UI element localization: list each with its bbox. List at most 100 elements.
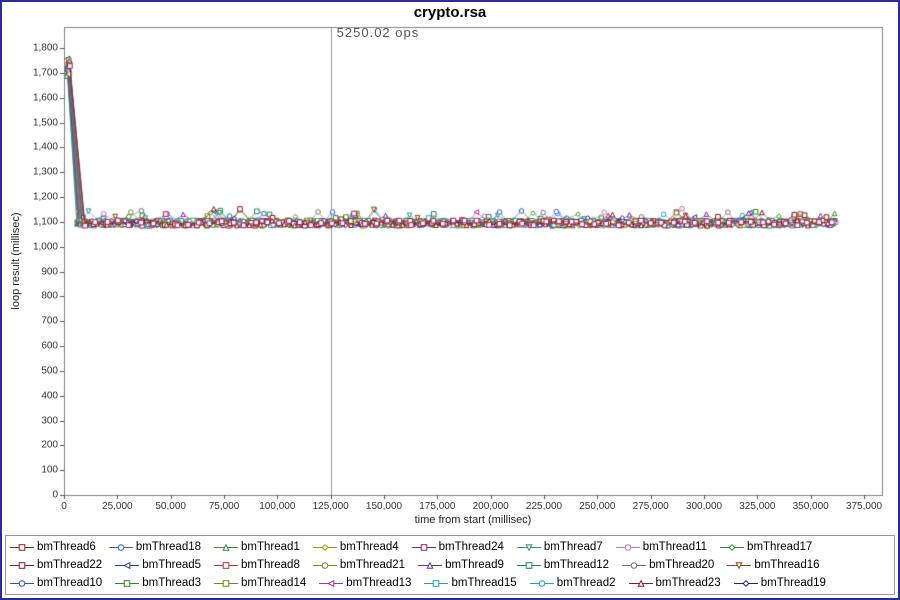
- legend-label: bmThread4: [340, 539, 399, 556]
- series-marker-icon: [115, 578, 139, 589]
- legend-label: bmThread18: [136, 539, 201, 556]
- legend-label: bmThread17: [747, 539, 812, 556]
- x-tick-label: 250,000: [579, 501, 615, 512]
- y-tick-label: 300: [12, 415, 58, 426]
- y-tick-label: 0: [12, 490, 58, 501]
- y-tick-label: 1,500: [12, 117, 58, 128]
- chart-title: crypto.rsa: [2, 4, 898, 21]
- series-marker-icon: [214, 542, 238, 553]
- series-marker-icon: [10, 542, 34, 553]
- legend-label: bmThread23: [656, 575, 721, 592]
- series-marker-icon: [418, 560, 442, 571]
- legend-label: bmThread9: [445, 557, 504, 574]
- series-marker-icon: [629, 578, 653, 589]
- legend-item: bmThread21: [313, 557, 405, 574]
- legend-item: bmThread12: [517, 557, 609, 574]
- legend-item: bmThread7: [517, 539, 603, 556]
- legend: bmThread6bmThread18bmThread1bmThread4bmT…: [5, 535, 895, 595]
- legend-item: bmThread18: [109, 539, 201, 556]
- legend-label: bmThread3: [142, 575, 201, 592]
- legend-label: bmThread22: [37, 557, 102, 574]
- legend-item: bmThread16: [727, 557, 819, 574]
- legend-item: bmThread15: [424, 575, 516, 592]
- chart-frame: crypto.rsa 5250.02 ops 0 25,000 50,000 75,0…: [0, 0, 900, 600]
- legend-item: bmThread11: [616, 539, 707, 556]
- x-tick-label: 350,000: [793, 501, 829, 512]
- legend-label: bmThread20: [649, 557, 714, 574]
- legend-item: bmThread2: [530, 575, 616, 592]
- x-tick-label: 300,000: [686, 501, 722, 512]
- series-marker-icon: [319, 578, 343, 589]
- series-marker-icon: [214, 578, 238, 589]
- series-marker-icon: [517, 560, 541, 571]
- legend-item: bmThread3: [115, 575, 201, 592]
- y-tick-label: 400: [12, 390, 58, 401]
- series-marker-icon: [313, 560, 337, 571]
- legend-item: bmThread8: [214, 557, 300, 574]
- legend-label: bmThread19: [761, 575, 826, 592]
- legend-label: bmThread10: [37, 575, 102, 592]
- legend-item: bmThread5: [115, 557, 201, 574]
- y-axis-label: loop result (millisec): [10, 151, 22, 371]
- legend-item: bmThread23: [629, 575, 721, 592]
- series-marker-icon: [109, 542, 133, 553]
- legend-item: bmThread22: [10, 557, 102, 574]
- series-marker-icon: [10, 578, 34, 589]
- legend-item: bmThread6: [10, 539, 96, 556]
- x-tick-label: 375,000: [846, 501, 882, 512]
- legend-item: bmThread13: [319, 575, 411, 592]
- series-marker-icon: [115, 560, 139, 571]
- y-tick-label: 200: [12, 440, 58, 451]
- series-marker-icon: [412, 542, 436, 553]
- x-tick-label: 275,000: [633, 501, 669, 512]
- legend-label: bmThread6: [37, 539, 96, 556]
- series-marker-icon: [424, 578, 448, 589]
- legend-item: bmThread24: [412, 539, 504, 556]
- x-tick-label: 175,000: [419, 501, 455, 512]
- series-marker-icon: [720, 542, 744, 553]
- x-tick-label: 25,000: [102, 501, 133, 512]
- legend-item: bmThread17: [720, 539, 812, 556]
- x-tick-label: 125,000: [313, 501, 349, 512]
- x-tick-label: 75,000: [209, 501, 240, 512]
- y-tick-label: 1,800: [12, 43, 58, 54]
- legend-label: bmThread1: [241, 539, 300, 556]
- y-tick-label: 100: [12, 465, 58, 476]
- series-marker-icon: [734, 578, 758, 589]
- legend-item: bmThread1: [214, 539, 300, 556]
- legend-item: bmThread20: [622, 557, 714, 574]
- series-marker-icon: [517, 542, 541, 553]
- series-marker-icon: [530, 578, 554, 589]
- legend-item: bmThread14: [214, 575, 306, 592]
- legend-item: bmThread10: [10, 575, 102, 592]
- x-tick-label: 325,000: [739, 501, 775, 512]
- series-marker-icon: [616, 542, 640, 553]
- legend-label: bmThread24: [439, 539, 504, 556]
- legend-label: bmThread8: [241, 557, 300, 574]
- ops-annotation: 5250.02 ops: [337, 25, 420, 40]
- legend-label: bmThread5: [142, 557, 201, 574]
- x-tick-label: 100,000: [259, 501, 295, 512]
- legend-item: bmThread19: [734, 575, 826, 592]
- x-tick-label: 50,000: [155, 501, 186, 512]
- series-marker-icon: [10, 560, 34, 571]
- legend-label: bmThread15: [451, 575, 516, 592]
- legend-label: bmThread12: [544, 557, 609, 574]
- legend-label: bmThread7: [544, 539, 603, 556]
- series-marker-icon: [313, 542, 337, 553]
- legend-label: bmThread14: [241, 575, 306, 592]
- legend-item: bmThread4: [313, 539, 399, 556]
- y-tick-label: 1,700: [12, 67, 58, 78]
- legend-label: bmThread13: [346, 575, 411, 592]
- y-tick-label: 1,600: [12, 92, 58, 103]
- legend-label: bmThread2: [557, 575, 616, 592]
- x-tick-label: 0: [61, 501, 67, 512]
- x-tick-label: 200,000: [473, 501, 509, 512]
- x-axis-label: time from start (millisec): [64, 514, 882, 526]
- x-tick-label: 225,000: [526, 501, 562, 512]
- x-tick-label: 150,000: [366, 501, 402, 512]
- legend-label: bmThread11: [643, 539, 707, 556]
- legend-label: bmThread16: [754, 557, 819, 574]
- legend-label: bmThread21: [340, 557, 405, 574]
- series-marker-icon: [727, 560, 751, 571]
